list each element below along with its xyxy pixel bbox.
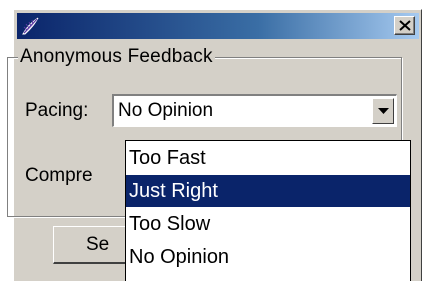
- close-x-icon: [399, 20, 411, 31]
- dropdown-option-just-right[interactable]: Just Right: [126, 175, 410, 207]
- pacing-dropdown-list[interactable]: Too Fast Just Right Too Slow No Opinion: [125, 140, 411, 281]
- pacing-combobox[interactable]: No Opinion: [112, 94, 397, 127]
- title-bar[interactable]: [17, 13, 419, 39]
- group-title: Anonymous Feedback: [18, 46, 215, 67]
- pacing-dropdown-button[interactable]: [372, 98, 394, 124]
- dropdown-option-too-slow[interactable]: Too Slow: [126, 208, 410, 240]
- pacing-selected-value: No Opinion: [118, 100, 214, 121]
- pacing-label: Pacing:: [25, 100, 89, 121]
- close-button[interactable]: [394, 16, 415, 35]
- dropdown-option-too-fast[interactable]: Too Fast: [126, 142, 410, 174]
- send-button-label: Se: [86, 234, 110, 255]
- chevron-down-icon: [378, 108, 389, 114]
- feather-app-icon[interactable]: [20, 15, 42, 37]
- dropdown-option-no-opinion[interactable]: No Opinion: [126, 241, 410, 273]
- comprehension-label: Compre: [25, 165, 93, 186]
